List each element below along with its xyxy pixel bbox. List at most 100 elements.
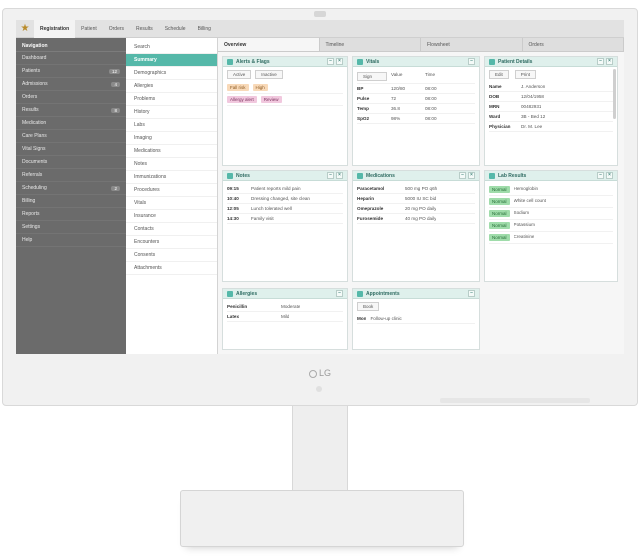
nav-item[interactable]: Reports xyxy=(16,208,126,221)
detail-row[interactable]: Physician Dr. M. Lee xyxy=(489,122,613,132)
minimize-icon[interactable]: – xyxy=(327,172,334,179)
result-row[interactable]: Normal Sodium xyxy=(489,208,613,220)
note-row[interactable]: 14:30 Family visit xyxy=(227,214,343,224)
nav-item[interactable]: Orders xyxy=(16,91,126,104)
top-tab[interactable]: Billing xyxy=(192,20,217,38)
minimize-icon[interactable]: – xyxy=(597,172,604,179)
close-icon[interactable]: × xyxy=(606,58,613,65)
detail-row[interactable]: DOB 12/04/1958 xyxy=(489,92,613,102)
allergy-row[interactable]: Latex Mild xyxy=(227,312,343,322)
section-item[interactable]: Contacts xyxy=(126,223,217,236)
section-item[interactable]: Vitals xyxy=(126,197,217,210)
section-item[interactable]: Notes xyxy=(126,158,217,171)
note-row[interactable]: 12:05 Lunch tolerated well xyxy=(227,204,343,214)
detail-row[interactable]: MRN 00482931 xyxy=(489,102,613,112)
note-row[interactable]: 10:40 Dressing changed, site clean xyxy=(227,194,343,204)
minimize-icon[interactable]: – xyxy=(468,58,475,65)
top-tab[interactable]: Orders xyxy=(103,20,130,38)
medication-name: Omeprazole xyxy=(357,206,384,211)
close-icon[interactable]: × xyxy=(468,172,475,179)
nav-item[interactable]: Care Plans xyxy=(16,130,126,143)
medication-row[interactable]: Paracetamol 500 mg PO q6h xyxy=(357,184,475,194)
scrollbar[interactable] xyxy=(613,69,616,119)
nav-item[interactable]: Scheduling 2 xyxy=(16,182,126,195)
section-item[interactable]: Problems xyxy=(126,93,217,106)
nav-item[interactable]: Vital Signs xyxy=(16,143,126,156)
top-tab[interactable]: Patient xyxy=(75,20,103,38)
section-item[interactable]: Insurance xyxy=(126,210,217,223)
section-item[interactable]: Allergies xyxy=(126,80,217,93)
alert-row[interactable]: Fall risk High xyxy=(227,82,343,94)
result-row[interactable]: Normal Hemoglobin xyxy=(489,184,613,196)
nav-item[interactable]: Settings xyxy=(16,221,126,234)
nav-item[interactable]: Admissions 4 xyxy=(16,78,126,91)
close-icon[interactable]: × xyxy=(606,172,613,179)
allergy-row[interactable]: Penicillin Moderate xyxy=(227,302,343,312)
vitals-row[interactable]: SpO2 98% 08:00 xyxy=(357,114,475,124)
section-item[interactable]: Search xyxy=(126,41,217,54)
minimize-icon[interactable]: – xyxy=(468,290,475,297)
section-item[interactable]: Procedures xyxy=(126,184,217,197)
minimize-icon[interactable]: – xyxy=(459,172,466,179)
top-tab[interactable]: Results xyxy=(130,20,159,38)
vital-sign: SpO2 xyxy=(357,116,369,121)
medication-row[interactable]: Omeprazole 20 mg PO daily xyxy=(357,204,475,214)
vitals-row[interactable]: Temp 36.8 08:00 xyxy=(357,104,475,114)
result-row[interactable]: Normal Creatinine xyxy=(489,232,613,244)
power-button[interactable] xyxy=(316,386,322,392)
section-item[interactable]: Demographics xyxy=(126,67,217,80)
section-item[interactable]: Summary xyxy=(126,54,217,67)
nav-item[interactable]: Referrals xyxy=(16,169,126,182)
active-button[interactable]: Active xyxy=(227,70,252,79)
minimize-icon[interactable]: – xyxy=(336,290,343,297)
book-button[interactable]: Book xyxy=(357,302,380,311)
tab-timeline[interactable]: Timeline xyxy=(320,38,421,51)
medication-row[interactable]: Heparin 5000 IU SC bid xyxy=(357,194,475,204)
section-list: Search Summary Demographics Allergies Proble… xyxy=(126,38,218,354)
close-icon[interactable]: × xyxy=(336,172,343,179)
section-item[interactable]: Imaging xyxy=(126,132,217,145)
top-tab[interactable]: Schedule xyxy=(159,20,192,38)
nav-item[interactable]: Results 8 xyxy=(16,104,126,117)
detail-row[interactable]: Ward 3B - Bed 12 xyxy=(489,112,613,122)
section-item[interactable]: Labs xyxy=(126,119,217,132)
detail-row[interactable]: Name J. Anderson xyxy=(489,82,613,92)
alert-row[interactable]: Allergy alert Review xyxy=(227,94,343,106)
app-logo-icon[interactable]: ★ xyxy=(16,20,34,38)
section-item[interactable]: Attachments xyxy=(126,262,217,275)
detail-value: 12/04/1958 xyxy=(521,94,544,99)
inactive-button[interactable]: Inactive xyxy=(255,70,283,79)
vitals-row[interactable]: BP 120/80 08:00 xyxy=(357,84,475,94)
top-tab[interactable]: Registration xyxy=(34,20,76,38)
tab-overview[interactable]: Overview xyxy=(218,38,320,51)
nav-item[interactable]: Medication xyxy=(16,117,126,130)
result-row[interactable]: Normal Potassium xyxy=(489,220,613,232)
result-row[interactable]: Normal White cell count xyxy=(489,196,613,208)
tab-flowsheet[interactable]: Flowsheet xyxy=(421,38,523,51)
section-item[interactable]: Medications xyxy=(126,145,217,158)
nav-item[interactable]: Billing xyxy=(16,195,126,208)
medication-row[interactable]: Furosemide 40 mg PO daily xyxy=(357,214,475,224)
note-row[interactable]: 09:15 Patient reports mild pain xyxy=(227,184,343,194)
vital-value: 98% xyxy=(391,116,401,121)
tab-orders[interactable]: Orders xyxy=(523,38,624,51)
section-item[interactable]: History xyxy=(126,106,217,119)
nav-item[interactable]: Patients 12 xyxy=(16,65,126,78)
minimize-icon[interactable]: – xyxy=(597,58,604,65)
nav-item[interactable]: Documents xyxy=(16,156,126,169)
result-test: White cell count xyxy=(513,198,546,203)
vital-time: 08:00 xyxy=(425,96,437,101)
nav-item[interactable]: Help xyxy=(16,234,126,247)
column-header[interactable]: Sign xyxy=(357,72,387,81)
section-item[interactable]: Immunizations xyxy=(126,171,217,184)
appointment-row[interactable]: Mon Follow-up clinic xyxy=(357,314,475,324)
edit-button[interactable]: Edit xyxy=(489,70,509,79)
print-button[interactable]: Print xyxy=(514,70,537,79)
minimize-icon[interactable]: – xyxy=(327,58,334,65)
nav-item[interactable]: Dashboard xyxy=(16,52,126,65)
close-icon[interactable]: × xyxy=(336,58,343,65)
panel-title: Medications xyxy=(366,172,395,179)
section-item[interactable]: Consents xyxy=(126,249,217,262)
section-item[interactable]: Encounters xyxy=(126,236,217,249)
vitals-row[interactable]: Pulse 72 08:00 xyxy=(357,94,475,104)
